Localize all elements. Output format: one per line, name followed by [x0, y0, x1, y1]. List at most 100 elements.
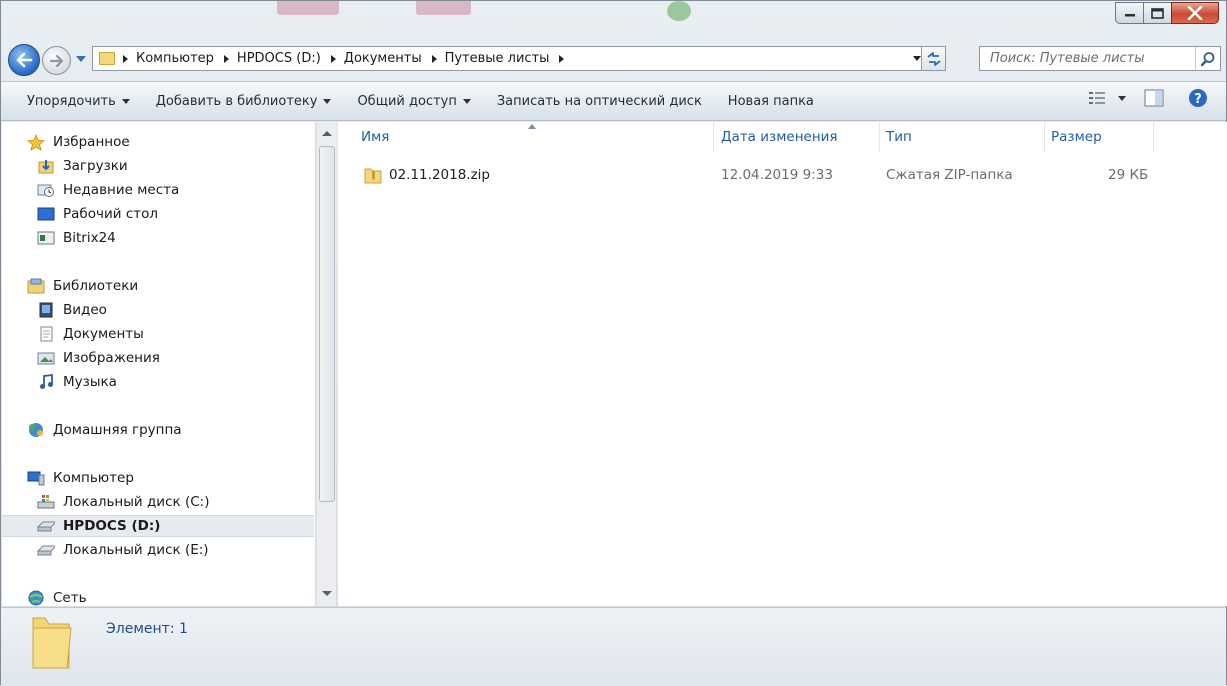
search-input[interactable] — [980, 47, 1190, 70]
arrow-left-icon — [16, 52, 33, 68]
pictures-library-icon — [37, 350, 55, 366]
column-header-type[interactable]: Тип — [880, 122, 1045, 152]
nav-desktop[interactable]: Рабочий стол — [2, 203, 314, 225]
computer-icon — [27, 470, 45, 486]
search-button[interactable] — [1195, 47, 1220, 70]
nav-music[interactable]: Музыка — [2, 371, 314, 393]
address-bar[interactable]: Компьютер HPDOCS (D:) Документы Путевые … — [92, 46, 946, 71]
maximize-icon — [1151, 7, 1164, 19]
minimize-icon — [1124, 14, 1135, 17]
nav-downloads[interactable]: Загрузки — [2, 155, 314, 177]
search-icon — [1200, 51, 1215, 66]
drive-icon — [37, 518, 55, 534]
navigation-pane: Избранное Загрузки Недавние места Рабочи… — [2, 122, 316, 606]
explorer-window: Компьютер HPDOCS (D:) Документы Путевые … — [0, 0, 1227, 686]
minimize-button[interactable] — [1115, 2, 1144, 24]
nav-favorites[interactable]: Избранное — [2, 131, 314, 153]
file-list: Имя Дата изменения Тип Размер 02.11.2018… — [338, 122, 1227, 606]
network-icon — [27, 590, 45, 606]
nav-computer[interactable]: Компьютер — [2, 467, 314, 489]
sort-ascending-icon — [528, 124, 536, 129]
window-controls — [1115, 2, 1219, 24]
nav-documents[interactable]: Документы — [2, 323, 314, 345]
view-options-button[interactable] — [1088, 90, 1126, 106]
documents-library-icon — [37, 326, 55, 342]
file-date: 12.04.2019 9:33 — [721, 167, 833, 183]
arrow-right-icon — [49, 54, 63, 67]
help-button[interactable]: ? — [1188, 88, 1208, 108]
caret-down-icon — [121, 98, 130, 104]
preview-pane-button[interactable] — [1144, 89, 1164, 107]
libraries-icon — [27, 278, 45, 294]
chevron-right-icon[interactable] — [223, 54, 229, 63]
column-header-size[interactable]: Размер — [1045, 122, 1154, 152]
nav-libraries[interactable]: Библиотеки — [2, 275, 314, 297]
zip-folder-icon — [363, 165, 383, 189]
nav-bitrix24[interactable]: Bitrix24 — [2, 227, 314, 249]
nav-drive-e[interactable]: Локальный диск (E:) — [2, 539, 314, 561]
burn-button[interactable]: Записать на оптический диск — [485, 87, 714, 115]
scroll-down-arrow-icon[interactable] — [322, 591, 332, 596]
background-tab-ghost — [277, 1, 339, 15]
drive-icon — [37, 542, 55, 558]
breadcrumb-item[interactable]: Компьютер — [136, 51, 237, 66]
scroll-up-arrow-icon[interactable] — [322, 131, 332, 136]
address-history-dropdown[interactable] — [913, 56, 921, 61]
chevron-right-icon[interactable] — [559, 54, 565, 63]
nav-recent-places[interactable]: Недавние места — [2, 179, 314, 201]
close-icon — [1187, 6, 1203, 20]
maximize-button[interactable] — [1143, 2, 1172, 24]
file-row[interactable]: 02.11.2018.zip 12.04.2019 9:33 Сжатая ZI… — [360, 163, 1160, 187]
details-view-icon — [1089, 92, 1105, 104]
refresh-button[interactable] — [921, 46, 946, 71]
background-icon-ghost — [667, 1, 691, 21]
back-button[interactable] — [8, 44, 40, 76]
recent-places-icon — [37, 182, 55, 198]
breadcrumb-item[interactable]: Документы — [344, 51, 445, 66]
chevron-right-icon[interactable] — [330, 54, 336, 63]
nav-network[interactable]: Сеть — [2, 587, 314, 606]
forward-button[interactable] — [42, 46, 71, 75]
nav-homegroup[interactable]: Домашняя группа — [2, 419, 314, 441]
breadcrumb-item[interactable]: Путевые листы — [445, 51, 573, 66]
add-to-library-menu[interactable]: Добавить в библиотеку — [144, 87, 344, 115]
chevron-right-icon[interactable] — [431, 54, 437, 63]
video-library-icon — [37, 302, 55, 318]
details-pane: Элемент: 1 — [1, 607, 1226, 686]
nav-drive-c[interactable]: Локальный диск (C:) — [2, 491, 314, 513]
help-icon: ? — [1189, 89, 1207, 107]
star-icon — [27, 133, 45, 151]
refresh-icon — [926, 51, 941, 66]
nav-drive-d[interactable]: HPDOCS (D:) — [2, 515, 314, 537]
scroll-thumb[interactable] — [319, 146, 335, 502]
folder-icon — [29, 614, 83, 678]
svg-text:?: ? — [1194, 92, 1202, 107]
search-box — [979, 46, 1221, 71]
file-name: 02.11.2018.zip — [389, 167, 490, 183]
title-bar — [1, 1, 1226, 37]
recent-pages-dropdown[interactable] — [76, 56, 86, 62]
nav-images[interactable]: Изображения — [2, 347, 314, 369]
desktop-icon — [37, 206, 55, 222]
share-menu[interactable]: Общий доступ — [345, 87, 482, 115]
nav-video[interactable]: Видео — [2, 299, 314, 321]
system-drive-icon — [37, 494, 55, 510]
downloads-folder-icon — [37, 158, 55, 174]
preview-pane-icon — [1144, 89, 1164, 107]
file-type: Сжатая ZIP-папка — [886, 167, 1013, 183]
bitrix24-icon — [37, 230, 55, 246]
new-folder-button[interactable]: Новая папка — [716, 87, 826, 115]
nav-scrollbar[interactable] — [316, 122, 336, 606]
homegroup-icon — [27, 422, 45, 438]
caret-down-icon — [462, 98, 471, 104]
chevron-right-icon[interactable] — [123, 54, 128, 63]
breadcrumb-item[interactable]: HPDOCS (D:) — [237, 51, 344, 66]
background-tab-ghost — [416, 1, 471, 15]
organize-menu[interactable]: Упорядочить — [15, 87, 142, 115]
caret-down-icon — [1118, 95, 1126, 101]
file-size: 29 КБ — [1108, 167, 1149, 183]
address-row: Компьютер HPDOCS (D:) Документы Путевые … — [1, 41, 1226, 77]
close-button[interactable] — [1171, 2, 1219, 24]
folder-icon — [99, 52, 115, 65]
column-header-date[interactable]: Дата изменения — [715, 122, 880, 152]
